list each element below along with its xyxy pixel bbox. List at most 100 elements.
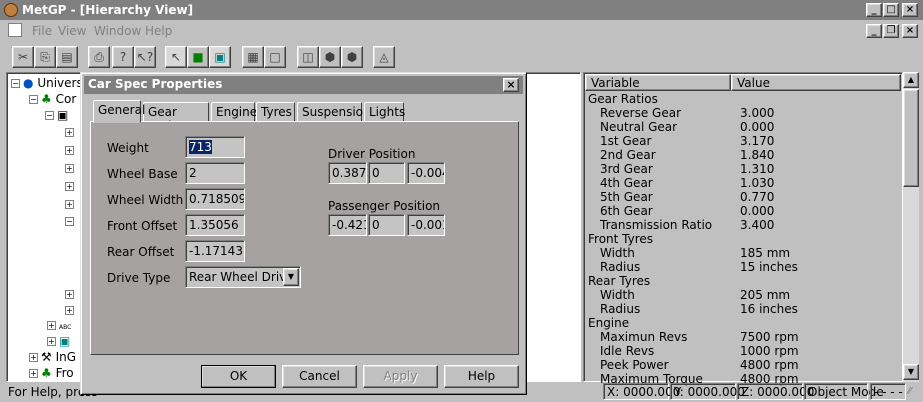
- tree-node[interactable]: −: [65, 214, 77, 228]
- variable-value: 0.000: [740, 120, 775, 134]
- driver-y-field[interactable]: 0: [368, 162, 405, 184]
- resize-grip-icon[interactable]: ⁄⁄: [908, 386, 911, 397]
- variable-value: 1.840: [740, 148, 775, 162]
- vertical-scrollbar[interactable]: ▲ ▼: [903, 72, 919, 382]
- rear-offset-field[interactable]: -1.17143: [185, 240, 245, 262]
- variable-list[interactable]: Variable Value Gear Ratios Reverse Gear 3.…: [583, 72, 903, 386]
- chevron-down-icon[interactable]: ▼: [283, 268, 299, 286]
- column-header-variable[interactable]: Variable: [585, 74, 731, 91]
- dialog-title: Car Spec Properties: [88, 77, 223, 91]
- tab-tyres[interactable]: Tyres: [256, 102, 295, 122]
- variable-name: Neutral Gear: [600, 120, 678, 134]
- menu-file[interactable]: File: [32, 24, 52, 38]
- scroll-up-icon[interactable]: ▲: [903, 72, 919, 88]
- weight-field[interactable]: 713: [185, 136, 245, 158]
- apply-button[interactable]: Apply: [363, 365, 438, 388]
- tree-item-universe[interactable]: − ● Univers: [11, 76, 83, 90]
- tab-lights[interactable]: Lights: [364, 102, 405, 122]
- wheel-width-field[interactable]: 0.718509: [185, 188, 245, 210]
- tree-node[interactable]: +: [65, 125, 77, 139]
- front-offset-label: Front Offset: [107, 219, 178, 233]
- cancel-button[interactable]: Cancel: [282, 365, 357, 388]
- tree-item-fro[interactable]: + ♣ Fro: [29, 366, 74, 380]
- driver-x-field[interactable]: 0.387: [328, 162, 367, 184]
- variable-value: 205 mm: [740, 288, 791, 302]
- variable-name: Radius: [600, 260, 641, 274]
- pointer-icon[interactable]: ↖: [165, 46, 187, 68]
- status-extra: - - - -: [870, 383, 906, 400]
- menu-view[interactable]: View: [58, 24, 86, 38]
- variable-name: 4th Gear: [600, 176, 653, 190]
- variable-name: Peek Power: [600, 358, 669, 372]
- tool-d-icon[interactable]: ◬: [373, 46, 395, 68]
- print-icon[interactable]: ⎙: [88, 46, 110, 68]
- variable-name: 6th Gear: [600, 204, 653, 218]
- variable-name: Transmission Ratio: [600, 218, 713, 232]
- tree-item-cor[interactable]: − ♣ Cor: [29, 92, 76, 106]
- status-mode: Object Mode: [804, 383, 884, 400]
- variable-value: 3.000: [740, 106, 775, 120]
- paste-icon[interactable]: ▤: [56, 46, 78, 68]
- copy-icon[interactable]: ⎘: [34, 46, 56, 68]
- dialog-close-icon[interactable]: ×: [503, 78, 519, 92]
- tree-icon: ♣: [41, 92, 52, 106]
- menu-window[interactable]: Window: [94, 24, 141, 38]
- tab-general[interactable]: General: [93, 100, 145, 123]
- tab-engine[interactable]: Engine: [211, 102, 257, 122]
- tree-node[interactable]: +: [65, 143, 77, 157]
- document-icon: [8, 23, 22, 37]
- front-offset-field[interactable]: 1.35056: [185, 214, 245, 236]
- doc-minimize-button[interactable]: _: [866, 24, 882, 38]
- tree-item-image[interactable]: + ▣: [47, 334, 70, 348]
- variable-name: Radius: [600, 302, 641, 316]
- scroll-down-icon[interactable]: ▼: [903, 364, 919, 380]
- wheel-base-field[interactable]: 2: [185, 162, 245, 184]
- tab-suspension[interactable]: Suspension: [297, 102, 371, 122]
- tree-item-car[interactable]: − ▣: [45, 108, 68, 122]
- context-help-icon[interactable]: ↖?: [134, 46, 156, 68]
- maximize-button[interactable]: □: [883, 3, 899, 17]
- variable-value: 16 inches: [740, 302, 798, 316]
- tree-node[interactable]: +: [65, 161, 77, 175]
- doc-close-button[interactable]: ×: [902, 24, 918, 38]
- tree-icon: ♣: [41, 366, 52, 380]
- passenger-z-field[interactable]: -0.001: [407, 214, 445, 236]
- grid-view-icon[interactable]: ▦: [242, 46, 264, 68]
- single-view-icon[interactable]: □: [264, 46, 286, 68]
- tree-node[interactable]: +: [65, 303, 77, 317]
- tree-node[interactable]: +: [65, 179, 77, 193]
- tool-a-icon[interactable]: ◫: [297, 46, 319, 68]
- column-header-value[interactable]: Value: [731, 74, 901, 91]
- minimize-button[interactable]: _: [866, 3, 882, 17]
- tree-item-ing[interactable]: + ⚒ InG: [29, 350, 76, 364]
- tree-node[interactable]: +: [65, 197, 77, 211]
- ok-button[interactable]: OK: [201, 365, 276, 388]
- help-icon[interactable]: ?: [112, 46, 134, 68]
- drive-type-select[interactable]: Rear Wheel Drive ▼: [185, 266, 301, 288]
- view-icon[interactable]: ▣: [209, 46, 231, 68]
- menu-bar: File View Window Help _ ❐ ×: [0, 20, 923, 41]
- tool-b-icon[interactable]: ⬢: [319, 46, 341, 68]
- wheel-width-label: Wheel Width: [107, 193, 184, 207]
- variable-name: 5th Gear: [600, 190, 653, 204]
- tree-item-font[interactable]: + ABC: [47, 318, 71, 332]
- cut-icon[interactable]: ✂: [12, 46, 34, 68]
- passenger-y-field[interactable]: 0: [368, 214, 405, 236]
- variable-value: 4800 rpm: [740, 358, 799, 372]
- status-y: Y: 0000.000: [670, 383, 745, 400]
- scroll-thumb[interactable]: [903, 89, 919, 187]
- tool-c-icon[interactable]: ⬢: [341, 46, 363, 68]
- close-button[interactable]: ×: [902, 3, 918, 17]
- doc-restore-button[interactable]: ❐: [883, 24, 899, 38]
- menu-help[interactable]: Help: [145, 24, 172, 38]
- help-button[interactable]: Help: [444, 365, 519, 388]
- passenger-x-field[interactable]: -0.421: [328, 214, 367, 236]
- object-icon[interactable]: ■: [187, 46, 209, 68]
- driver-z-field[interactable]: -0.004: [407, 162, 445, 184]
- variable-name: Reverse Gear: [600, 106, 682, 120]
- tab-gear-ratios[interactable]: Gear Ratios: [143, 102, 209, 133]
- tree-node[interactable]: +: [65, 287, 77, 301]
- status-z: Z: 0000.000: [737, 383, 814, 400]
- variable-value: 3.170: [740, 134, 775, 148]
- variable-name: Gear Ratios: [588, 92, 658, 106]
